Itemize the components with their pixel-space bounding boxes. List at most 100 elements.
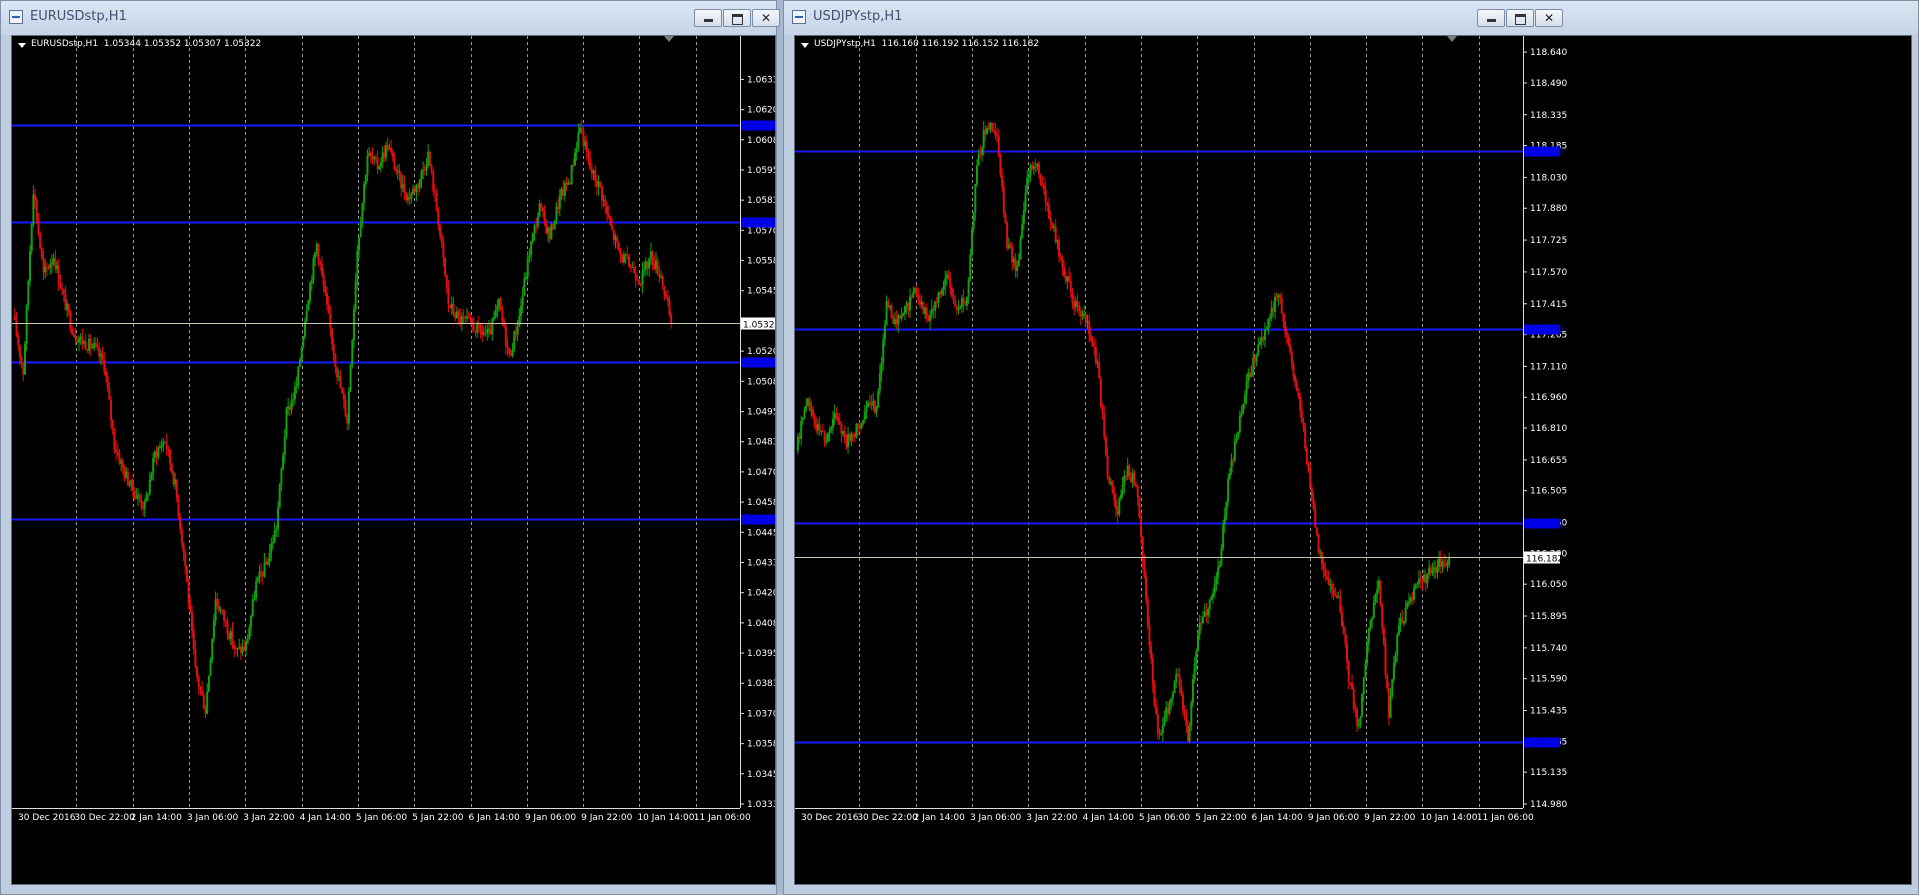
chart-info: EURUSDstp,H1 1.05344 1.05352 1.05307 1.0… [31, 39, 262, 49]
usdjpy-chart-window[interactable]: USDJPYstp,H1 30 Dec 201630 Dec 22:002 Ja… [783, 0, 1919, 895]
price-axis-label: 1.04580 [747, 498, 776, 508]
candle-body [1047, 205, 1050, 219]
candle-body [1088, 320, 1091, 335]
price-chart[interactable]: 30 Dec 2016 30 Dec 22:00 2 Jan 14:00 3 Jan … [794, 35, 1912, 885]
window-titlebar[interactable]: USDJPYstp,H1 [784, 1, 1918, 35]
candle-body [1300, 409, 1303, 423]
close-icon[interactable] [752, 9, 780, 27]
eurusd-chart-window[interactable]: EURUSDstp,H1 30 Dec 201630 Dec 22:002 Ja… [0, 0, 780, 895]
candle-body [1357, 724, 1360, 726]
candle-body [1146, 599, 1149, 626]
chart-canvas[interactable]: 30 Dec 201630 Dec 22:002 Jan 14:00 3 Jan … [795, 36, 1912, 885]
candle-body [1359, 716, 1362, 725]
candle-body [981, 148, 984, 155]
minimize-icon[interactable] [694, 9, 722, 27]
candle-body [1106, 455, 1109, 477]
price-axis-label: 117.110 [1530, 362, 1567, 372]
candle-body [428, 151, 431, 166]
candle-body [1284, 321, 1287, 332]
candle-body [1265, 329, 1268, 331]
candle-body [868, 402, 871, 404]
candle-body [506, 345, 509, 348]
candle-body [179, 517, 182, 530]
candle-body [182, 542, 185, 553]
time-axis-label: 30 Dec 2016 [801, 813, 859, 823]
candle-body [1332, 589, 1335, 596]
candle-body [504, 325, 507, 346]
candle-body [244, 643, 247, 651]
candle-body [1223, 515, 1226, 525]
candle-body [1071, 291, 1074, 303]
candle-body [962, 297, 965, 304]
candle-body [1148, 625, 1151, 646]
candle-body [437, 210, 440, 225]
candle-body [1168, 702, 1171, 714]
maximize-icon[interactable] [723, 9, 751, 27]
candle-body [1352, 688, 1355, 709]
candle-body [1046, 202, 1049, 206]
candle-body [23, 343, 26, 375]
close-icon[interactable] [1535, 9, 1563, 27]
candle-body [201, 689, 204, 695]
price-chart[interactable]: 30 Dec 2016 30 Dec 22:00 2 Jan 14:00 3 Jan … [11, 35, 776, 885]
candle-body [1099, 378, 1102, 407]
candle-body [15, 320, 18, 337]
candle-body [1004, 213, 1007, 223]
minimize-icon[interactable] [1477, 9, 1505, 27]
level-price-label: 117.290 [1526, 326, 1563, 336]
candle-body [347, 391, 350, 424]
candle-body [575, 148, 578, 153]
candle-body [185, 565, 188, 582]
candle-body [307, 300, 310, 311]
time-axis-label: 4 Jan 14:00 [1083, 813, 1135, 823]
candle-body [1042, 185, 1045, 190]
candle-body [1017, 259, 1020, 267]
candle-body [89, 338, 92, 349]
candle-body [1315, 527, 1318, 535]
candle-body [1290, 351, 1293, 364]
candle-body [1376, 589, 1379, 595]
candle-body [1202, 616, 1205, 623]
candle-body [1396, 634, 1399, 655]
candle-body [1021, 223, 1024, 239]
candle-body [439, 224, 442, 235]
candle-body [900, 314, 903, 319]
time-axis-label: 5 Jan 06:00 [356, 813, 408, 823]
time-axis-label: 9 Jan 06:00 [525, 813, 577, 823]
candle-body [627, 255, 630, 267]
candle-body [1119, 494, 1122, 499]
candle-body [1289, 345, 1292, 352]
candle-body [929, 314, 932, 321]
candle-body [1362, 678, 1365, 695]
maximize-icon[interactable] [1506, 9, 1534, 27]
dropdown-triangle-icon[interactable] [801, 43, 809, 48]
candle-body [1078, 305, 1081, 312]
time-axis-label: 5 Jan 06:00 [1139, 813, 1191, 823]
chart-shift-icon[interactable] [1447, 36, 1457, 42]
candle-body [433, 191, 436, 193]
candle-body [1230, 459, 1233, 473]
candle-body [138, 494, 141, 500]
candle-body [1243, 395, 1246, 404]
chart-canvas[interactable]: 30 Dec 201630 Dec 22:002 Jan 14:00 3 Jan … [12, 36, 776, 885]
price-axis-label: 116.960 [1530, 393, 1567, 403]
price-axis-label: 116.810 [1530, 424, 1567, 434]
candle-body [1267, 318, 1270, 330]
chart-shift-icon[interactable] [664, 36, 674, 42]
candle-body [619, 250, 622, 256]
window-titlebar[interactable]: EURUSDstp,H1 [1, 1, 780, 35]
candle-body [1245, 382, 1248, 396]
candle-body [300, 347, 303, 361]
candle-body [808, 398, 811, 411]
dropdown-triangle-icon[interactable] [18, 43, 26, 48]
candle-body [1330, 584, 1333, 590]
candle-body [17, 336, 20, 346]
candle-body [1180, 686, 1183, 695]
candle-body [1392, 662, 1395, 680]
time-axis-label: 9 Jan 22:00 [1364, 813, 1416, 823]
candle-body [325, 293, 328, 305]
price-axis-label: 1.03580 [747, 740, 776, 750]
candle-body [1098, 362, 1101, 379]
candle-body [1426, 573, 1429, 584]
candle-body [658, 274, 661, 277]
